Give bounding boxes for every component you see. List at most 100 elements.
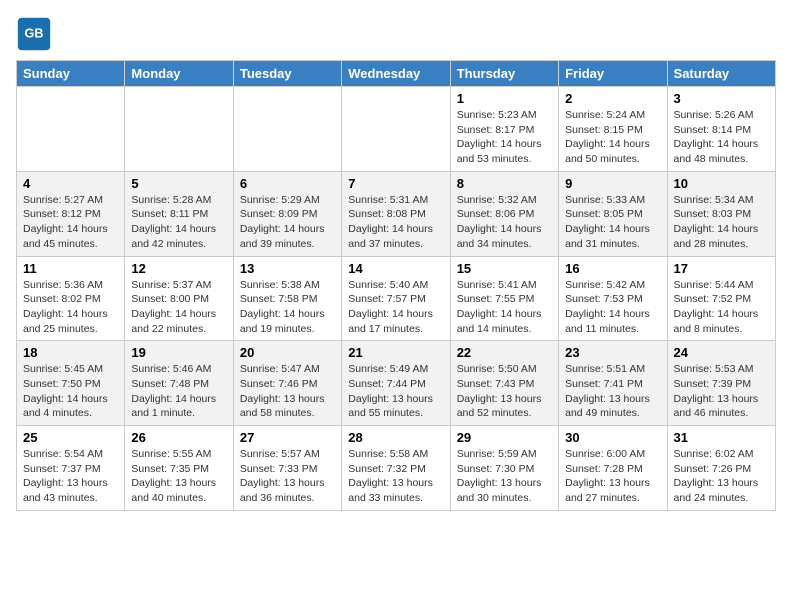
- calendar-cell: 11 Sunrise: 5:36 AM Sunset: 8:02 PM Dayli…: [17, 256, 125, 341]
- calendar-cell: 12 Sunrise: 5:37 AM Sunset: 8:00 PM Dayli…: [125, 256, 233, 341]
- day-number: 8: [457, 176, 552, 191]
- day-header-thursday: Thursday: [450, 61, 558, 87]
- calendar-cell: [125, 87, 233, 172]
- calendar-cell: 14Sunrise: 5:40 AM Sunset: 7:57 PM Dayli…: [342, 256, 450, 341]
- calendar-cell: 25 Sunrise: 5:54 AM Sunset: 7:37 PM Dayli…: [17, 426, 125, 511]
- day-number: 23: [565, 345, 660, 360]
- day-number: 25: [23, 430, 118, 445]
- day-header-tuesday: Tuesday: [233, 61, 341, 87]
- calendar-cell: 8 Sunrise: 5:32 AM Sunset: 8:06 PM Daylig…: [450, 171, 558, 256]
- day-number: 12: [131, 261, 226, 276]
- day-number: 9: [565, 176, 660, 191]
- day-info: Sunrise: 5:33 AM Sunset: 8:05 PM Dayligh…: [565, 193, 660, 252]
- day-info: Sunrise: 5:51 AM Sunset: 7:41 PM Dayligh…: [565, 362, 660, 421]
- header: GB: [16, 16, 776, 52]
- day-number: 15: [457, 261, 552, 276]
- calendar-cell: 3 Sunrise: 5:26 AM Sunset: 8:14 PM Daylig…: [667, 87, 775, 172]
- calendar-cell: 21Sunrise: 5:49 AM Sunset: 7:44 PM Dayli…: [342, 341, 450, 426]
- calendar-cell: 26 Sunrise: 5:55 AM Sunset: 7:35 PM Dayli…: [125, 426, 233, 511]
- day-number: 4: [23, 176, 118, 191]
- day-header-monday: Monday: [125, 61, 233, 87]
- day-header-wednesday: Wednesday: [342, 61, 450, 87]
- calendar-cell: 20 Sunrise: 5:47 AM Sunset: 7:46 PM Dayli…: [233, 341, 341, 426]
- day-number: 1: [457, 91, 552, 106]
- svg-text:GB: GB: [25, 27, 44, 41]
- day-info: Sunrise: 5:26 AM Sunset: 8:14 PM Dayligh…: [674, 108, 769, 167]
- day-info: Sunrise: 5:34 AM Sunset: 8:03 PM Dayligh…: [674, 193, 769, 252]
- calendar-cell: 22 Sunrise: 5:50 AM Sunset: 7:43 PM Dayli…: [450, 341, 558, 426]
- day-number: 29: [457, 430, 552, 445]
- calendar-week-4: 18 Sunrise: 5:45 AM Sunset: 7:50 PM Dayli…: [17, 341, 776, 426]
- days-header-row: SundayMondayTuesdayWednesdayThursdayFrid…: [17, 61, 776, 87]
- calendar-cell: 23 Sunrise: 5:51 AM Sunset: 7:41 PM Dayli…: [559, 341, 667, 426]
- calendar-cell: [342, 87, 450, 172]
- day-header-friday: Friday: [559, 61, 667, 87]
- day-number: 11: [23, 261, 118, 276]
- calendar-cell: 30Sunrise: 6:00 AM Sunset: 7:28 PM Dayli…: [559, 426, 667, 511]
- calendar-week-3: 11 Sunrise: 5:36 AM Sunset: 8:02 PM Dayli…: [17, 256, 776, 341]
- day-info: Sunrise: 5:38 AM Sunset: 7:58 PM Dayligh…: [240, 278, 335, 337]
- day-info: Sunrise: 5:37 AM Sunset: 8:00 PM Dayligh…: [131, 278, 226, 337]
- calendar-cell: 9 Sunrise: 5:33 AM Sunset: 8:05 PM Daylig…: [559, 171, 667, 256]
- day-number: 21: [348, 345, 443, 360]
- calendar-cell: 2 Sunrise: 5:24 AM Sunset: 8:15 PM Daylig…: [559, 87, 667, 172]
- day-info: Sunrise: 5:54 AM Sunset: 7:37 PM Dayligh…: [23, 447, 118, 506]
- day-number: 14: [348, 261, 443, 276]
- calendar-cell: 5Sunrise: 5:28 AM Sunset: 8:11 PM Daylig…: [125, 171, 233, 256]
- day-info: Sunrise: 5:47 AM Sunset: 7:46 PM Dayligh…: [240, 362, 335, 421]
- day-number: 30: [565, 430, 660, 445]
- day-header-saturday: Saturday: [667, 61, 775, 87]
- calendar-cell: 27Sunrise: 5:57 AM Sunset: 7:33 PM Dayli…: [233, 426, 341, 511]
- calendar-cell: 4Sunrise: 5:27 AM Sunset: 8:12 PM Daylig…: [17, 171, 125, 256]
- day-number: 20: [240, 345, 335, 360]
- day-info: Sunrise: 5:29 AM Sunset: 8:09 PM Dayligh…: [240, 193, 335, 252]
- day-info: Sunrise: 5:46 AM Sunset: 7:48 PM Dayligh…: [131, 362, 226, 421]
- day-info: Sunrise: 5:36 AM Sunset: 8:02 PM Dayligh…: [23, 278, 118, 337]
- day-info: Sunrise: 5:42 AM Sunset: 7:53 PM Dayligh…: [565, 278, 660, 337]
- day-info: Sunrise: 5:59 AM Sunset: 7:30 PM Dayligh…: [457, 447, 552, 506]
- day-header-sunday: Sunday: [17, 61, 125, 87]
- calendar-cell: [233, 87, 341, 172]
- day-number: 16: [565, 261, 660, 276]
- day-info: Sunrise: 5:41 AM Sunset: 7:55 PM Dayligh…: [457, 278, 552, 337]
- calendar-cell: 29 Sunrise: 5:59 AM Sunset: 7:30 PM Dayli…: [450, 426, 558, 511]
- calendar-cell: 16 Sunrise: 5:42 AM Sunset: 7:53 PM Dayli…: [559, 256, 667, 341]
- day-number: 5: [131, 176, 226, 191]
- calendar-cell: 10 Sunrise: 5:34 AM Sunset: 8:03 PM Dayli…: [667, 171, 775, 256]
- day-number: 13: [240, 261, 335, 276]
- calendar-cell: 17 Sunrise: 5:44 AM Sunset: 7:52 PM Dayli…: [667, 256, 775, 341]
- day-info: Sunrise: 5:44 AM Sunset: 7:52 PM Dayligh…: [674, 278, 769, 337]
- calendar-week-2: 4Sunrise: 5:27 AM Sunset: 8:12 PM Daylig…: [17, 171, 776, 256]
- day-info: Sunrise: 5:32 AM Sunset: 8:06 PM Dayligh…: [457, 193, 552, 252]
- day-info: Sunrise: 5:23 AM Sunset: 8:17 PM Dayligh…: [457, 108, 552, 167]
- day-number: 2: [565, 91, 660, 106]
- calendar-cell: 15 Sunrise: 5:41 AM Sunset: 7:55 PM Dayli…: [450, 256, 558, 341]
- day-number: 10: [674, 176, 769, 191]
- calendar-cell: 1 Sunrise: 5:23 AM Sunset: 8:17 PM Daylig…: [450, 87, 558, 172]
- calendar-week-5: 25 Sunrise: 5:54 AM Sunset: 7:37 PM Dayli…: [17, 426, 776, 511]
- day-number: 7: [348, 176, 443, 191]
- day-number: 24: [674, 345, 769, 360]
- day-number: 22: [457, 345, 552, 360]
- day-number: 3: [674, 91, 769, 106]
- calendar-cell: 18 Sunrise: 5:45 AM Sunset: 7:50 PM Dayli…: [17, 341, 125, 426]
- calendar-body: 1 Sunrise: 5:23 AM Sunset: 8:17 PM Daylig…: [17, 87, 776, 511]
- day-info: Sunrise: 6:02 AM Sunset: 7:26 PM Dayligh…: [674, 447, 769, 506]
- day-info: Sunrise: 5:55 AM Sunset: 7:35 PM Dayligh…: [131, 447, 226, 506]
- day-info: Sunrise: 5:24 AM Sunset: 8:15 PM Dayligh…: [565, 108, 660, 167]
- calendar-cell: 24Sunrise: 5:53 AM Sunset: 7:39 PM Dayli…: [667, 341, 775, 426]
- day-number: 17: [674, 261, 769, 276]
- day-number: 19: [131, 345, 226, 360]
- day-info: Sunrise: 5:31 AM Sunset: 8:08 PM Dayligh…: [348, 193, 443, 252]
- calendar-cell: 6Sunrise: 5:29 AM Sunset: 8:09 PM Daylig…: [233, 171, 341, 256]
- day-number: 18: [23, 345, 118, 360]
- day-info: Sunrise: 5:50 AM Sunset: 7:43 PM Dayligh…: [457, 362, 552, 421]
- logo-icon: GB: [16, 16, 52, 52]
- day-info: Sunrise: 5:45 AM Sunset: 7:50 PM Dayligh…: [23, 362, 118, 421]
- day-info: Sunrise: 5:58 AM Sunset: 7:32 PM Dayligh…: [348, 447, 443, 506]
- calendar-cell: 13 Sunrise: 5:38 AM Sunset: 7:58 PM Dayli…: [233, 256, 341, 341]
- calendar-table: SundayMondayTuesdayWednesdayThursdayFrid…: [16, 60, 776, 511]
- day-number: 26: [131, 430, 226, 445]
- day-number: 27: [240, 430, 335, 445]
- calendar-cell: 31Sunrise: 6:02 AM Sunset: 7:26 PM Dayli…: [667, 426, 775, 511]
